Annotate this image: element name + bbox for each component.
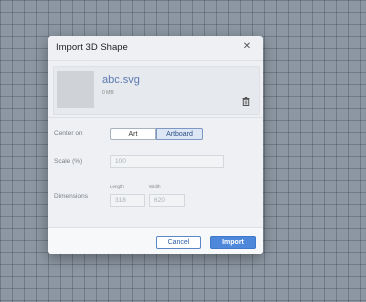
- file-name: abc.svg: [102, 74, 140, 86]
- cancel-button[interactable]: Cancel: [156, 236, 201, 249]
- import-button[interactable]: Import: [210, 236, 256, 249]
- width-label: Width: [149, 184, 161, 189]
- file-size: 0 MB: [102, 90, 114, 96]
- center-on-art-option[interactable]: Art: [110, 128, 156, 140]
- scale-input[interactable]: 100: [110, 155, 224, 168]
- dialog-title: Import 3D Shape: [56, 42, 128, 53]
- divider: [48, 60, 263, 61]
- divider: [48, 117, 263, 118]
- file-preview-panel: abc.svg 0 MB: [53, 66, 260, 115]
- dimensions-label: Dimensions: [54, 193, 88, 200]
- file-thumbnail: [57, 71, 94, 108]
- width-input[interactable]: 620: [149, 194, 185, 207]
- scale-label: Scale (%): [54, 158, 83, 165]
- length-input[interactable]: 318: [110, 194, 145, 207]
- close-icon[interactable]: ✕: [241, 41, 253, 53]
- center-on-artboard-option[interactable]: Artboard: [156, 128, 203, 140]
- import-3d-shape-dialog: Import 3D Shape ✕ abc.svg 0 MB Center on…: [48, 36, 263, 254]
- center-on-label: Center on: [54, 130, 83, 137]
- dialog-footer: Cancel Import: [48, 227, 263, 254]
- trash-icon[interactable]: [242, 97, 250, 106]
- length-label: Length: [110, 184, 124, 189]
